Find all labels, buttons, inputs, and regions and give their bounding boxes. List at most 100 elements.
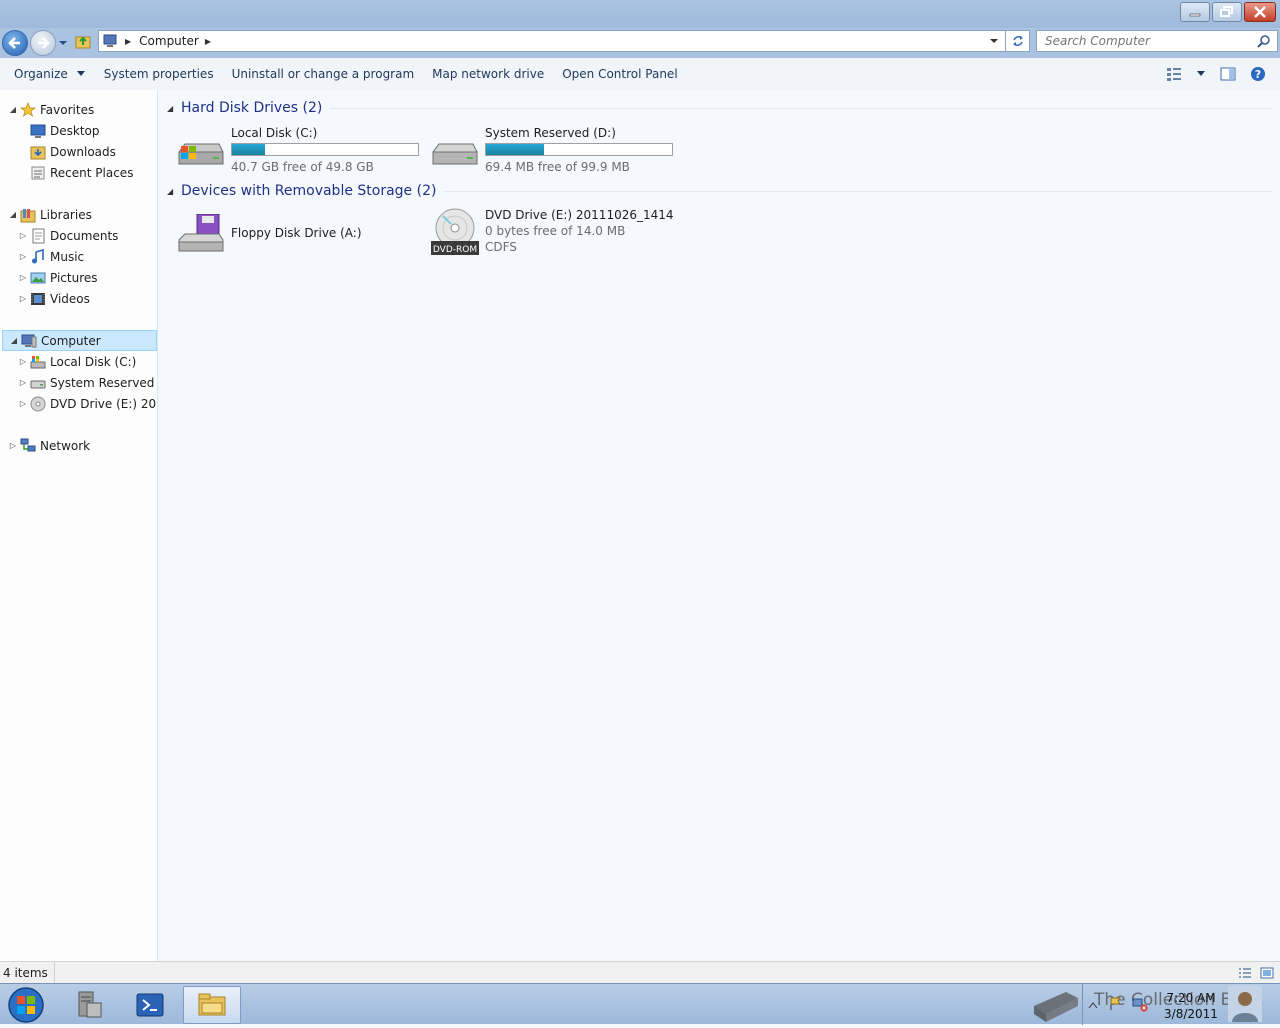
forward-button[interactable] bbox=[30, 30, 56, 56]
recent-pages-dropdown[interactable] bbox=[59, 36, 67, 50]
organize-button[interactable]: Organize bbox=[0, 58, 95, 90]
expand-arrow-icon[interactable]: ▷ bbox=[18, 273, 28, 282]
server-manager-icon bbox=[78, 991, 102, 1018]
desktop-icon bbox=[30, 124, 46, 138]
chevron-down-icon bbox=[59, 41, 67, 45]
expand-arrow-icon[interactable]: ▷ bbox=[18, 252, 28, 261]
minimize-icon bbox=[1189, 13, 1201, 17]
search-icon[interactable] bbox=[1257, 34, 1271, 48]
nav-item-music[interactable]: ▷ Music bbox=[18, 246, 84, 267]
nav-item-system-reserved[interactable]: ▷ System Reserved (D: bbox=[18, 372, 157, 393]
group-header-removable[interactable]: ◢ Devices with Removable Storage (2) bbox=[167, 183, 1272, 199]
nav-item-computer[interactable]: ◢ Computer bbox=[2, 330, 157, 351]
taskbar-explorer-button[interactable] bbox=[183, 986, 241, 1024]
nav-item-dvd-drive[interactable]: ▷ DVD Drive (E:) 20111 bbox=[18, 393, 157, 414]
breadcrumb-separator-icon[interactable]: ▶ bbox=[205, 37, 211, 46]
pictures-icon bbox=[30, 272, 46, 283]
start-button[interactable] bbox=[6, 985, 46, 1025]
expand-arrow-icon[interactable]: ▷ bbox=[18, 357, 28, 366]
documents-icon bbox=[32, 228, 45, 243]
nav-item-desktop[interactable]: Desktop bbox=[18, 120, 100, 141]
close-button[interactable] bbox=[1244, 2, 1276, 22]
restore-button[interactable] bbox=[1212, 2, 1242, 22]
nav-item-favorites[interactable]: ◢ Favorites bbox=[8, 99, 94, 120]
nav-label: System Reserved (D: bbox=[50, 375, 157, 390]
breadcrumb-separator-icon[interactable]: ▶ bbox=[125, 37, 131, 46]
collapse-group-icon[interactable]: ◢ bbox=[167, 104, 181, 113]
nav-item-pictures[interactable]: ▷ Pictures bbox=[18, 267, 98, 288]
refresh-icon bbox=[1012, 35, 1023, 47]
expand-arrow-icon[interactable]: ▷ bbox=[18, 399, 28, 408]
nav-label: Videos bbox=[50, 291, 90, 306]
drive-item-d[interactable]: System Reserved (D:) 69.4 MB free of 99.… bbox=[431, 126, 681, 178]
group-title: Hard Disk Drives (2) bbox=[181, 100, 323, 116]
nav-item-documents[interactable]: ▷ Documents bbox=[18, 225, 118, 246]
address-bar[interactable]: ▶ Computer ▶ bbox=[98, 30, 1006, 52]
book-logo-icon bbox=[1034, 992, 1078, 1022]
help-icon[interactable]: ? bbox=[1250, 66, 1266, 82]
dvd-rom-icon: DVD-ROM bbox=[431, 208, 479, 255]
drive-name: Local Disk (C:) bbox=[231, 126, 318, 140]
breadcrumb-computer[interactable]: Computer bbox=[139, 34, 199, 48]
taskbar-powershell-button[interactable] bbox=[121, 986, 179, 1024]
user-avatar-icon bbox=[1228, 986, 1262, 1022]
nav-item-recent-places[interactable]: Recent Places bbox=[18, 162, 133, 183]
drive-item-e[interactable]: DVD-ROM DVD Drive (E:) 20111026_1414 0 b… bbox=[431, 208, 731, 260]
expand-arrow-icon[interactable]: ▷ bbox=[18, 378, 28, 387]
organize-label: Organize bbox=[14, 67, 68, 81]
collapse-arrow-icon[interactable]: ◢ bbox=[9, 336, 19, 345]
content-pane: ◢ Hard Disk Drives (2) Local Disk (C:) 4… bbox=[159, 90, 1280, 961]
back-button[interactable] bbox=[2, 30, 28, 56]
nav-label: Local Disk (C:) bbox=[50, 354, 137, 369]
nav-item-downloads[interactable]: Downloads bbox=[18, 141, 116, 162]
expand-arrow-icon[interactable]: ▷ bbox=[8, 441, 18, 450]
nav-label: Favorites bbox=[40, 102, 95, 117]
collapse-arrow-icon[interactable]: ◢ bbox=[8, 210, 18, 219]
up-folder-button[interactable] bbox=[74, 32, 92, 53]
minimize-button[interactable] bbox=[1180, 2, 1210, 22]
nav-item-local-disk[interactable]: ▷ Local Disk (C:) bbox=[18, 351, 136, 372]
address-row: ▶ Computer ▶ bbox=[0, 28, 1280, 58]
nav-item-videos[interactable]: ▷ Videos bbox=[18, 288, 90, 309]
file-explorer-icon bbox=[198, 993, 226, 1016]
downloads-folder-icon bbox=[30, 146, 46, 159]
expand-arrow-icon[interactable]: ▷ bbox=[18, 231, 28, 240]
drive-item-a[interactable]: Floppy Disk Drive (A:) bbox=[177, 210, 427, 262]
user-avatar[interactable] bbox=[1228, 986, 1262, 1022]
drive-name: DVD Drive (E:) 20111026_1414 bbox=[485, 208, 674, 222]
clock[interactable]: 7:20 AM 3/8/2011 bbox=[1160, 990, 1222, 1022]
drive-free-space: 69.4 MB free of 99.9 MB bbox=[485, 160, 630, 174]
search-input[interactable] bbox=[1037, 33, 1257, 49]
taskbar: The Collection Book 7:20 AM 3/8/2011 bbox=[0, 983, 1280, 1025]
tray-flag-icon[interactable] bbox=[1108, 996, 1124, 1015]
map-network-drive-button[interactable]: Map network drive bbox=[423, 58, 553, 90]
open-control-panel-button[interactable]: Open Control Panel bbox=[553, 58, 686, 90]
computer-icon bbox=[103, 34, 117, 47]
window-titlebar[interactable] bbox=[0, 0, 1280, 28]
refresh-button[interactable] bbox=[1006, 30, 1030, 52]
address-dropdown-icon[interactable] bbox=[989, 37, 999, 45]
preview-pane-icon[interactable] bbox=[1220, 67, 1236, 81]
view-options-dropdown-icon[interactable] bbox=[1196, 70, 1206, 78]
search-box[interactable] bbox=[1036, 30, 1278, 52]
nav-item-network[interactable]: ▷ Network bbox=[8, 435, 90, 456]
show-hidden-icons-button[interactable] bbox=[1088, 998, 1098, 1012]
system-properties-button[interactable]: System properties bbox=[95, 58, 223, 90]
collapse-arrow-icon[interactable]: ◢ bbox=[8, 105, 18, 114]
uninstall-program-button[interactable]: Uninstall or change a program bbox=[223, 58, 424, 90]
drive-name: System Reserved (D:) bbox=[485, 126, 616, 140]
taskbar-server-manager-button[interactable] bbox=[60, 986, 118, 1024]
change-view-icon[interactable] bbox=[1166, 67, 1182, 81]
chevron-up-icon bbox=[1088, 1002, 1098, 1009]
collapse-group-icon[interactable]: ◢ bbox=[167, 187, 181, 196]
floppy-drive-icon bbox=[178, 214, 224, 252]
group-header-hard-disks[interactable]: ◢ Hard Disk Drives (2) bbox=[167, 100, 1272, 116]
tray-network-icon[interactable] bbox=[1132, 996, 1148, 1015]
clock-time: 7:20 AM bbox=[1166, 991, 1216, 1005]
expand-arrow-icon[interactable]: ▷ bbox=[18, 294, 28, 303]
nav-label: DVD Drive (E:) 20111 bbox=[50, 396, 157, 411]
navigation-pane: ◢ Favorites Desktop Downloads Recent Pla… bbox=[0, 90, 158, 961]
nav-item-libraries[interactable]: ◢ Libraries bbox=[8, 204, 92, 225]
drive-usage-fill bbox=[232, 144, 266, 155]
drive-item-c[interactable]: Local Disk (C:) 40.7 GB free of 49.8 GB bbox=[177, 126, 427, 178]
